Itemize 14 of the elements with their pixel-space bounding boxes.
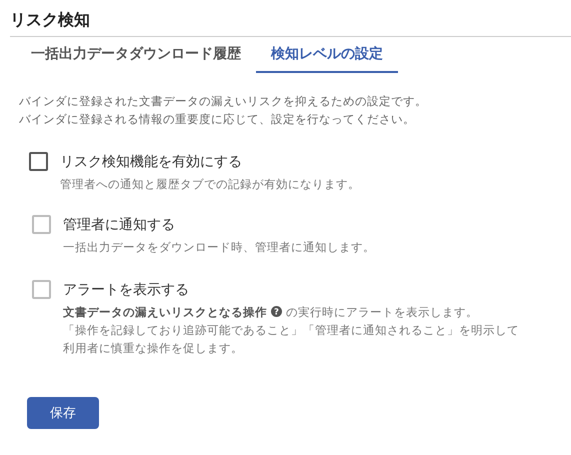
tab[interactable]: 一括出力データダウンロード履歴 (16, 42, 256, 73)
option-label: アラートを表示する (63, 280, 189, 298)
option-description: 文書データの漏えいリスクとなる操作 ? の実行時にアラートを表示します。 (63, 303, 571, 321)
save-button[interactable]: 保存 (27, 397, 99, 429)
page-title: リスク検知 (10, 10, 91, 31)
checkbox[interactable] (29, 152, 48, 171)
option-description: 管理者への通知と履歴タブでの記録が有効になります。 (60, 176, 361, 193)
tab[interactable]: 検知レベルの設定 (256, 42, 398, 73)
option-description: 一括出力データをダウンロード時、管理者に通知します。 (63, 239, 376, 256)
option-label: 管理者に通知する (63, 216, 175, 234)
option-label: リスク検知機能を有効にする (60, 152, 242, 170)
description-text: バインダに登録された文書データの漏えいリスクを抑えるための設定です。 (19, 93, 428, 110)
description-text: バインダに登録される情報の重要度に応じて、設定を行なってください。 (19, 111, 416, 128)
option-note: 「操作を記録しており追跡可能であること」「管理者に通知されること」を明示して利用者に慎重な操作を促します。 (63, 322, 520, 357)
